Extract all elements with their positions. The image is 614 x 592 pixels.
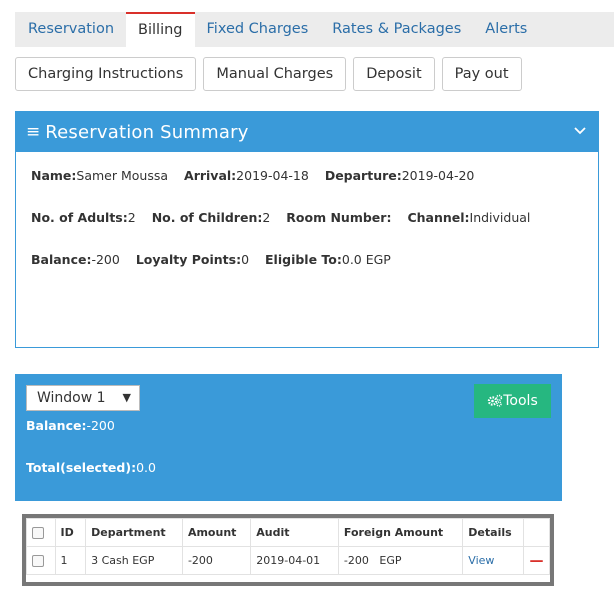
tab-billing[interactable]: Billing (126, 12, 195, 47)
select-all-checkbox[interactable] (32, 527, 44, 539)
header-details: Details (462, 518, 525, 547)
row-amount: -200 (181, 546, 252, 575)
row-details-cell: View (462, 546, 525, 575)
row-foreign-amount: -200 (343, 554, 369, 567)
departure-label: Departure: (324, 168, 402, 183)
table-row: 1 3 Cash EGP -200 2019-04-01 -200 EGP Vi… (26, 546, 550, 575)
panel-title: Reservation Summary (45, 121, 249, 143)
row-audit: 2019-04-01 (250, 546, 339, 575)
loyalty-value: 0 (241, 252, 250, 267)
tab-alerts[interactable]: Alerts (473, 12, 539, 47)
children-label: No. of Children: (151, 210, 263, 225)
header-action (523, 518, 550, 547)
window-balance-value: -200 (86, 418, 115, 433)
arrival-value: 2019-04-18 (236, 168, 309, 183)
header-department: Department (85, 518, 183, 547)
manual-charges-button[interactable]: Manual Charges (203, 57, 347, 91)
billing-actions: Charging Instructions Manual Charges Dep… (15, 57, 522, 91)
tools-label: Tools (503, 393, 538, 409)
adults-value: 2 (127, 210, 136, 225)
reservation-summary-panel: ≡ Reservation Summary Name:Samer Moussa … (15, 111, 599, 348)
window-balance: Balance:-200 (26, 418, 115, 433)
chevron-down-icon[interactable] (574, 124, 586, 136)
room-label: Room Number: (286, 210, 392, 225)
row-foreign-currency: EGP (379, 554, 402, 567)
header-amount: Amount (181, 518, 252, 547)
children-value: 2 (262, 210, 271, 225)
window-select-value: Window 1 (37, 390, 106, 406)
panel-header[interactable]: ≡ Reservation Summary (16, 112, 598, 152)
tools-button[interactable]: Tools (474, 384, 551, 418)
charges-table-frame: ID Department Amount Audit Foreign Amoun… (22, 514, 554, 586)
summary-row-1: Name:Samer Moussa Arrival:2019-04-18 Dep… (31, 168, 486, 183)
channel-label: Channel: (407, 210, 470, 225)
charges-table-container: ID Department Amount Audit Foreign Amoun… (15, 501, 562, 592)
deposit-button[interactable]: Deposit (353, 57, 435, 91)
tab-reservation[interactable]: Reservation (15, 12, 126, 47)
tab-bar: Reservation Billing Fixed Charges Rates … (15, 12, 614, 47)
window-select[interactable]: Window 1 ▼ (26, 385, 140, 411)
charging-instructions-button[interactable]: Charging Instructions (15, 57, 197, 91)
header-foreign-amount: Foreign Amount (337, 518, 464, 547)
balance-value: -200 (91, 252, 120, 267)
billing-window-panel: Window 1 ▼ Tools Balance:-200 Total(sele… (15, 374, 562, 592)
loyalty-label: Loyalty Points: (135, 252, 242, 267)
summary-row-2: No. of Adults:2 No. of Children:2 Room N… (31, 210, 542, 225)
header-audit: Audit (250, 518, 339, 547)
balance-label: Balance: (31, 252, 92, 267)
name-value: Samer Moussa (76, 168, 169, 183)
gears-icon (488, 394, 503, 407)
adults-label: No. of Adults: (31, 210, 128, 225)
departure-value: 2019-04-20 (401, 168, 475, 183)
hamburger-icon: ≡ (26, 122, 41, 142)
arrival-label: Arrival: (184, 168, 237, 183)
tab-fixed-charges[interactable]: Fixed Charges (195, 12, 321, 47)
window-total: Total(selected):0.0 (26, 460, 156, 475)
channel-value: Individual (469, 210, 531, 225)
row-checkbox[interactable] (32, 555, 44, 567)
charges-table: ID Department Amount Audit Foreign Amoun… (26, 518, 550, 575)
select-all-cell (26, 518, 56, 547)
row-foreign-amount-cell: -200 EGP (337, 546, 464, 575)
window-total-label: Total(selected): (26, 460, 137, 475)
row-department: 3 Cash EGP (85, 546, 183, 575)
tab-rates-packages[interactable]: Rates & Packages (320, 12, 473, 47)
window-total-value: 0.0 (136, 460, 156, 475)
eligible-value: 0.0 EGP (341, 252, 391, 267)
row-action-cell: — (523, 546, 550, 575)
pay-out-button[interactable]: Pay out (441, 57, 522, 91)
caret-down-icon: ▼ (122, 391, 131, 404)
summary-row-3: Balance:-200 Loyalty Points:0 Eligible T… (31, 252, 403, 267)
eligible-label: Eligible To: (265, 252, 342, 267)
view-link[interactable]: View (468, 554, 494, 567)
window-balance-label: Balance: (26, 418, 87, 433)
header-id: ID (54, 518, 87, 547)
row-select-cell (26, 546, 56, 575)
name-label: Name: (31, 168, 77, 183)
row-id: 1 (54, 546, 87, 575)
table-header-row: ID Department Amount Audit Foreign Amoun… (26, 518, 550, 547)
minus-icon[interactable]: — (529, 553, 543, 569)
